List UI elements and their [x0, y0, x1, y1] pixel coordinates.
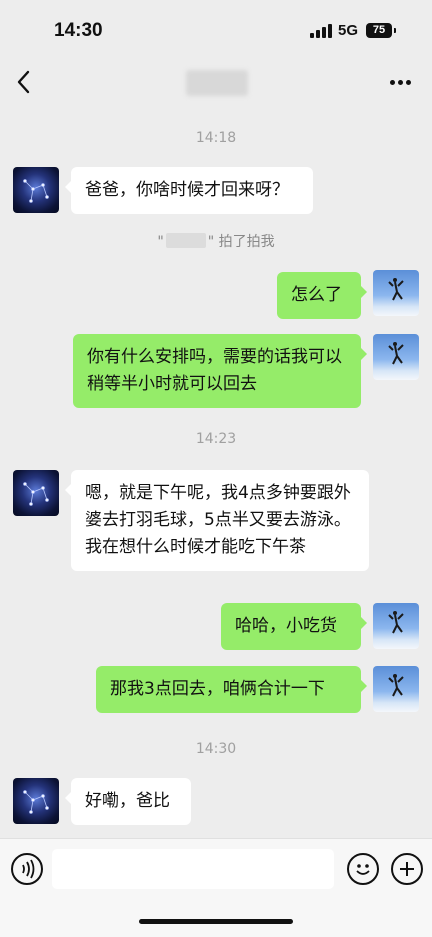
- blurred-name: [165, 233, 206, 248]
- network-type: 5G: [338, 22, 359, 39]
- voice-icon: [22, 859, 35, 879]
- message-bubble-right[interactable]: 怎么了: [277, 272, 367, 319]
- battery-cap: [394, 28, 396, 33]
- avatar-self[interactable]: [373, 603, 419, 649]
- avatar-contact[interactable]: [13, 167, 59, 213]
- more-button[interactable]: [390, 80, 412, 86]
- jumping-person-icon: [388, 674, 404, 697]
- signal-icon: [310, 24, 332, 38]
- home-indicator: [139, 919, 293, 924]
- emoji-button[interactable]: [347, 853, 379, 885]
- avatar-contact[interactable]: [13, 470, 59, 516]
- message-bubble-left[interactable]: 嗯，就是下午呢，我4点多钟要跟外婆去打羽毛球，5点半又要去游泳。我在想什么时候才…: [65, 470, 369, 571]
- contact-name-blurred: [186, 70, 248, 96]
- message-bubble-left[interactable]: 爸爸，你啥时候才回来呀？: [65, 167, 313, 214]
- timestamp: 14:18: [195, 130, 237, 146]
- plus-icon: [400, 862, 414, 876]
- message-bubble-right[interactable]: 那我3点回去，咱俩合计一下: [96, 666, 367, 713]
- input-bar: [0, 838, 432, 937]
- chevron-left-icon: [17, 70, 30, 94]
- jumping-person-icon: [388, 278, 404, 301]
- status-time: 14:30: [54, 20, 103, 41]
- constellation-icon: [23, 482, 49, 506]
- pat-notice: " " 拍了拍我: [157, 233, 275, 250]
- battery-icon: 75: [366, 23, 392, 38]
- message-bubble-right[interactable]: 你有什么安排吗，需要的话我可以稍等半小时就可以回去: [73, 334, 367, 408]
- avatar-self[interactable]: [373, 666, 419, 712]
- emoji-icon: [356, 864, 370, 875]
- nav-bar: [0, 62, 432, 108]
- voice-button[interactable]: [11, 853, 43, 885]
- timestamp: 14:30: [195, 741, 237, 757]
- jumping-person-icon: [388, 611, 404, 634]
- status-bar: 14:30 5G 75: [0, 0, 432, 62]
- avatar-contact[interactable]: [13, 778, 59, 824]
- more-actions-button[interactable]: [391, 853, 423, 885]
- avatar-self[interactable]: [373, 334, 419, 380]
- jumping-person-icon: [388, 342, 404, 365]
- back-button[interactable]: [14, 68, 34, 96]
- constellation-icon: [23, 179, 49, 203]
- avatar-self[interactable]: [373, 270, 419, 316]
- timestamp: 14:23: [195, 431, 237, 447]
- message-bubble-left[interactable]: 好嘞，爸比: [65, 778, 191, 825]
- constellation-icon: [23, 790, 49, 814]
- message-input[interactable]: [52, 849, 334, 889]
- message-bubble-right[interactable]: 哈哈，小吃货: [221, 603, 367, 650]
